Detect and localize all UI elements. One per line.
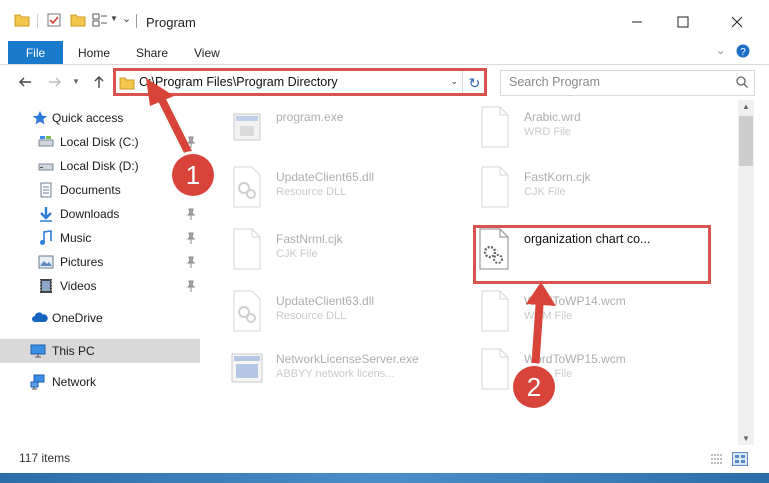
step-2-badge: 2	[513, 366, 555, 408]
step-1-badge: 1	[172, 154, 214, 196]
annotation-arrow-2	[526, 282, 556, 374]
